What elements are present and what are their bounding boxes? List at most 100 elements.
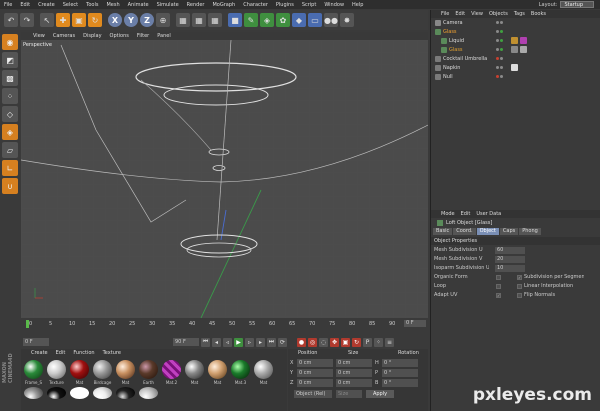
viewport-menu-display[interactable]: Display: [83, 33, 101, 39]
next-frame-icon[interactable]: ▹: [245, 337, 254, 347]
texture-tag-icon[interactable]: [511, 46, 518, 53]
go-to-start-icon[interactable]: ⏮: [201, 337, 210, 347]
current-frame-field[interactable]: 0 F: [404, 320, 426, 327]
rotation-key-icon[interactable]: ↻: [352, 337, 361, 347]
record-keys-icon[interactable]: ●: [297, 337, 306, 347]
next-key-icon[interactable]: ▸: [256, 337, 265, 347]
material-swatch[interactable]: Birdcage: [92, 360, 113, 385]
menu-plugins[interactable]: Plugins: [276, 2, 294, 8]
position-y-field[interactable]: 0 cm: [297, 369, 333, 377]
prev-key-icon[interactable]: ◂: [212, 337, 221, 347]
visibility-dots[interactable]: [496, 75, 503, 78]
polygons-mode-icon[interactable]: ◈: [2, 124, 18, 140]
light-icon[interactable]: ✸: [340, 13, 354, 27]
start-frame-field[interactable]: 0 F: [23, 338, 49, 346]
visibility-dots[interactable]: [496, 48, 503, 51]
floor-icon[interactable]: ▭: [308, 13, 322, 27]
scale-key-icon[interactable]: ▣: [341, 337, 350, 347]
object-row-glass[interactable]: Glass: [431, 27, 600, 36]
camera-icon[interactable]: ●●: [324, 13, 338, 27]
object-row-umbrella[interactable]: Cocktail Umbrella: [431, 54, 600, 63]
material-swatch[interactable]: Mat: [69, 360, 90, 385]
make-editable-icon[interactable]: ◉: [2, 34, 18, 50]
material-menu-function[interactable]: Function: [73, 350, 94, 356]
object-menu-books[interactable]: Books: [531, 11, 546, 17]
texture-tag-icon[interactable]: [520, 37, 527, 44]
render-picture-viewer-icon[interactable]: ▦: [192, 13, 206, 27]
object-row-null[interactable]: Null: [431, 72, 600, 81]
rotation-h-field[interactable]: 0 °: [382, 359, 418, 367]
position-x-field[interactable]: 0 cm: [297, 359, 333, 367]
material-swatch[interactable]: Mat.3: [230, 360, 251, 385]
keyframe-selection-icon[interactable]: ◌: [319, 337, 328, 347]
material-swatch[interactable]: [138, 387, 159, 399]
visibility-dots[interactable]: [496, 30, 503, 33]
tab-basic[interactable]: Basic: [433, 228, 453, 235]
flip-normals-checkbox[interactable]: [517, 292, 522, 298]
live-selection-icon[interactable]: ↖: [40, 13, 54, 27]
timeline-ruler[interactable]: 0 5 10 15 20 25 30 35 40 45 50 55 60 65 …: [23, 320, 403, 328]
model-mode-icon[interactable]: ◩: [2, 52, 18, 68]
material-swatch[interactable]: Mat: [115, 360, 136, 385]
edges-mode-icon[interactable]: ◇: [2, 106, 18, 122]
autokey-icon[interactable]: ◎: [308, 337, 317, 347]
render-view-icon[interactable]: ▦: [176, 13, 190, 27]
viewport-menu-view[interactable]: View: [33, 33, 45, 39]
material-swatch[interactable]: [69, 387, 90, 399]
tab-caps[interactable]: Caps: [499, 228, 519, 235]
material-swatch[interactable]: Texture: [46, 360, 67, 385]
material-swatch[interactable]: Mat: [253, 360, 274, 385]
object-menu-view[interactable]: View: [471, 11, 483, 17]
visibility-dots[interactable]: [496, 66, 503, 69]
y-axis-lock-icon[interactable]: Y: [124, 13, 138, 27]
object-menu-edit[interactable]: Edit: [455, 11, 465, 17]
cube-primitive-icon[interactable]: ■: [228, 13, 242, 27]
loop-icon[interactable]: ⟳: [278, 337, 287, 347]
adapt-uv-checkbox[interactable]: ✓: [496, 292, 501, 298]
object-menu-tags[interactable]: Tags: [514, 11, 525, 17]
attribute-menu-user-data[interactable]: User Data: [476, 211, 501, 217]
visibility-dots[interactable]: [496, 57, 503, 60]
texture-tag-icon[interactable]: [511, 37, 518, 44]
isoparm-subdivision-u-field[interactable]: 10: [495, 264, 525, 272]
menu-render[interactable]: Render: [187, 2, 205, 8]
x-axis-lock-icon[interactable]: X: [108, 13, 122, 27]
tab-phong[interactable]: Phong: [519, 228, 541, 235]
material-swatch[interactable]: Earth: [138, 360, 159, 385]
undo-icon[interactable]: ↶: [4, 13, 18, 27]
pen-spline-icon[interactable]: ✎: [244, 13, 258, 27]
material-swatch[interactable]: Mat: [184, 360, 205, 385]
object-row-glass-child[interactable]: Glass: [431, 45, 600, 54]
menu-tools[interactable]: Tools: [86, 2, 98, 8]
point-level-icon[interactable]: ⁘: [374, 337, 383, 347]
play-icon[interactable]: ▶: [234, 337, 243, 347]
loop-checkbox[interactable]: [496, 283, 501, 289]
menu-create[interactable]: Create: [38, 2, 55, 8]
parameter-key-icon[interactable]: P: [363, 337, 372, 347]
menu-animate[interactable]: Animate: [128, 2, 149, 8]
menu-edit[interactable]: Edit: [20, 2, 30, 8]
viewport-menu-filter[interactable]: Filter: [137, 33, 149, 39]
menu-simulate[interactable]: Simulate: [157, 2, 179, 8]
menu-character[interactable]: Character: [243, 2, 268, 8]
material-swatch[interactable]: [23, 387, 44, 399]
rotation-b-field[interactable]: 0 °: [382, 379, 418, 387]
menu-help[interactable]: Help: [352, 2, 363, 8]
3d-viewport[interactable]: Perspective: [21, 40, 428, 318]
deformer-icon[interactable]: ◆: [292, 13, 306, 27]
linear-interpolation-checkbox[interactable]: [517, 283, 522, 289]
scale-icon[interactable]: ▣: [72, 13, 86, 27]
rotation-p-field[interactable]: 0 °: [382, 369, 418, 377]
attribute-menu-mode[interactable]: Mode: [441, 211, 455, 217]
array-icon[interactable]: ✿: [276, 13, 290, 27]
menu-mograph[interactable]: MoGraph: [212, 2, 235, 8]
object-row-napkin[interactable]: Napkin: [431, 63, 600, 72]
material-swatch[interactable]: Frame_S: [23, 360, 44, 385]
material-menu-edit[interactable]: Edit: [56, 350, 66, 356]
position-key-icon[interactable]: ✥: [330, 337, 339, 347]
tab-object[interactable]: Object: [476, 228, 499, 235]
subdivision-surface-icon[interactable]: ◈: [260, 13, 274, 27]
object-menu-file[interactable]: File: [441, 11, 449, 17]
size-x-field[interactable]: 0 cm: [336, 359, 372, 367]
visibility-dots[interactable]: [496, 21, 503, 24]
